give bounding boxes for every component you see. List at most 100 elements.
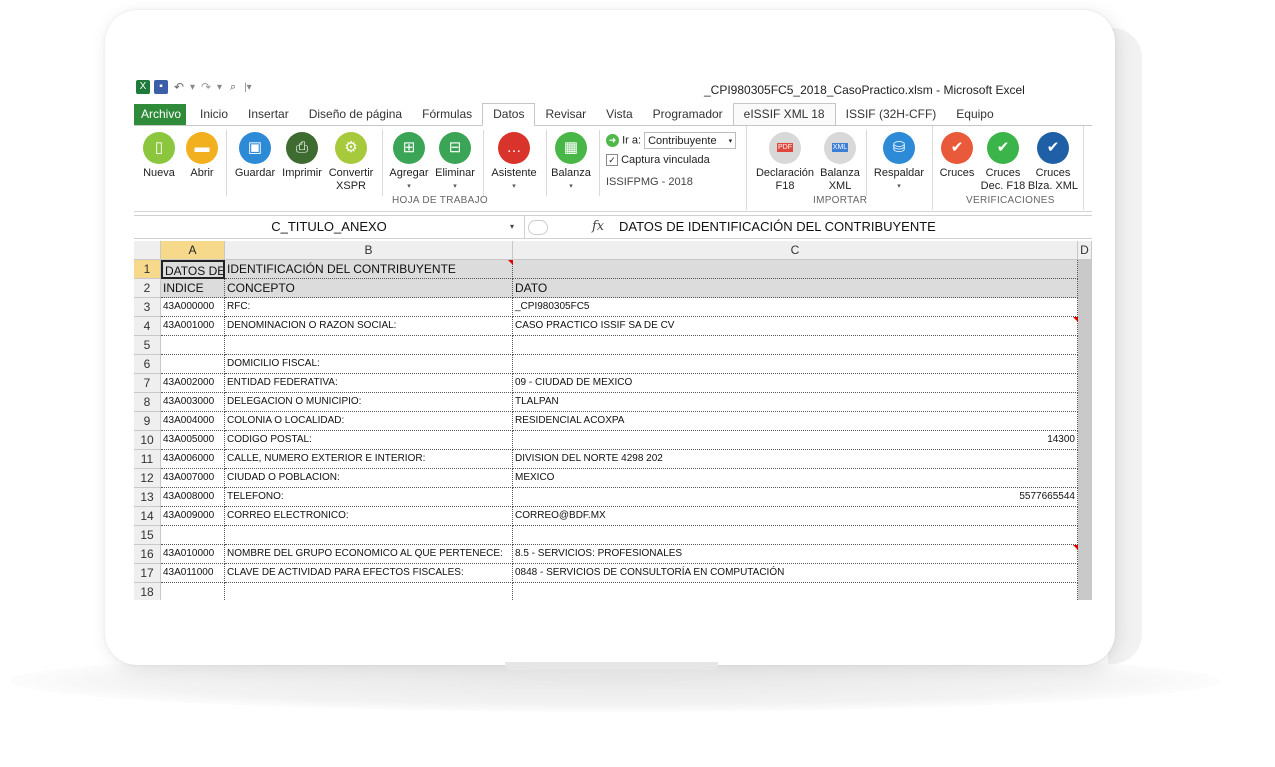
cell-indice[interactable] [161,583,225,600]
cell-concepto[interactable]: DELEGACION O MUNICIPIO: [225,393,513,412]
cell-dato[interactable]: _CPI980305FC5 [513,298,1078,317]
undo-icon[interactable]: ↶ [172,80,186,94]
cell-indice[interactable]: INDICE [161,279,225,298]
save-icon[interactable]: ▪ [154,80,168,94]
cell-concepto[interactable] [225,336,513,355]
cell-indice[interactable]: 43A011000 [161,564,225,583]
cell-indice[interactable]: 43A009000 [161,507,225,526]
name-box[interactable]: C_TITULO_ANEXO [134,216,525,238]
row-header[interactable]: 12 [134,469,161,488]
row-header[interactable]: 17 [134,564,161,583]
formula-expand-handle[interactable] [528,220,548,235]
cell-dato[interactable]: RESIDENCIAL ACOXPA [513,412,1078,431]
cell-dato[interactable]: MEXICO [513,469,1078,488]
tab-vista[interactable]: Vista [596,104,642,125]
row-header[interactable]: 10 [134,431,161,450]
convertir-xspr-button[interactable]: ⚙ Convertir XSPR [327,132,375,193]
row-header[interactable]: 9 [134,412,161,431]
declaracion-f18-button[interactable]: PDF Declaración F18 [752,132,818,193]
agregar-button[interactable]: ⊞ Agregar ▾ [387,132,431,193]
cell-indice[interactable]: 43A008000 [161,488,225,507]
cell-concepto[interactable]: CODIGO POSTAL: [225,431,513,450]
cell-concepto[interactable]: COLONIA O LOCALIDAD: [225,412,513,431]
tab-revisar[interactable]: Revisar [535,104,596,125]
row-header[interactable]: 18 [134,583,161,600]
customize-toolbar-icon[interactable]: |▾ [244,82,252,93]
cell-dato[interactable]: 5577665544 [513,488,1078,507]
comment-indicator-icon[interactable] [508,260,513,265]
cell-dato[interactable] [513,526,1078,545]
cell-dato[interactable]: DIVISION DEL NORTE 4298 202 [513,450,1078,469]
undo-dropdown-icon[interactable]: ▾ [190,82,195,93]
cell-indice[interactable]: DATOS DE [161,260,225,279]
tab-formulas[interactable]: Fórmulas [412,104,482,125]
row-header[interactable]: 3 [134,298,161,317]
tab-eissif-xml[interactable]: eISSIF XML 18 [732,103,836,125]
tab-equipo[interactable]: Equipo [946,104,1003,125]
cell-concepto[interactable]: TELEFONO: [225,488,513,507]
cell-indice[interactable]: 43A005000 [161,431,225,450]
row-header[interactable]: 8 [134,393,161,412]
tab-insertar[interactable]: Insertar [238,104,299,125]
tab-issif-32h[interactable]: ISSIF (32H-CFF) [836,104,947,125]
cell-concepto[interactable]: DENOMINACION O RAZON SOCIAL: [225,317,513,336]
column-header-c[interactable]: C [513,241,1078,260]
cell-concepto[interactable]: RFC: [225,298,513,317]
select-all-corner[interactable] [134,241,161,260]
cell-dato[interactable]: 14300 [513,431,1078,450]
comment-indicator-icon[interactable] [1073,317,1078,322]
cell-indice[interactable]: 43A000000 [161,298,225,317]
row-header[interactable]: 1 [134,260,161,279]
cell-dato[interactable]: DATO [513,279,1078,298]
balanza-xml-button[interactable]: XML Balanza XML [818,132,862,193]
column-header-d[interactable]: D [1078,241,1092,260]
row-header[interactable]: 4 [134,317,161,336]
row-header[interactable]: 16 [134,545,161,564]
cell-indice[interactable]: 43A004000 [161,412,225,431]
guardar-button[interactable]: ▣ Guardar [232,132,278,180]
cell-indice[interactable] [161,526,225,545]
column-header-b[interactable]: B [225,241,513,260]
row-header[interactable]: 14 [134,507,161,526]
cell-dato[interactable] [513,260,1078,279]
cell-dato[interactable]: CASO PRACTICO ISSIF SA DE CV [513,317,1078,336]
row-header[interactable]: 6 [134,355,161,374]
comment-indicator-icon[interactable] [1073,545,1078,550]
cell-concepto[interactable] [225,526,513,545]
cell-concepto[interactable]: CALLE, NUMERO EXTERIOR E INTERIOR: [225,450,513,469]
redo-dropdown-icon[interactable]: ▾ [217,82,222,93]
cell-dato[interactable] [513,355,1078,374]
cell-dato[interactable]: TLALPAN [513,393,1078,412]
imprimir-button[interactable]: ⎙ Imprimir [280,132,324,180]
row-header[interactable]: 11 [134,450,161,469]
cell-indice[interactable]: 43A003000 [161,393,225,412]
tab-inicio[interactable]: Inicio [190,104,238,125]
cruces-blza-xml-button[interactable]: ✔ Cruces Blza. XML [1027,132,1079,193]
tab-datos[interactable]: Datos [482,103,536,126]
cruces-dec-f18-button[interactable]: ✔ Cruces Dec. F18 [979,132,1027,193]
row-header[interactable]: 13 [134,488,161,507]
cell-dato[interactable]: 8.5 - SERVICIOS: PROFESIONALES [513,545,1078,564]
cell-indice[interactable]: 43A010000 [161,545,225,564]
checkbox-checked-icon[interactable]: ✓ [606,154,618,167]
cell-concepto[interactable]: ENTIDAD FEDERATIVA: [225,374,513,393]
cell-dato[interactable] [513,583,1078,600]
balanza-button[interactable]: ▦ Balanza ▾ [549,132,593,193]
asistente-button[interactable]: … Asistente ▾ [487,132,541,193]
column-header-a[interactable]: A [161,241,225,260]
cell-concepto[interactable]: CONCEPTO [225,279,513,298]
row-header[interactable]: 7 [134,374,161,393]
cell-concepto[interactable]: DOMICILIO FISCAL: [225,355,513,374]
cell-indice[interactable]: 43A001000 [161,317,225,336]
respaldar-button[interactable]: ⛁ Respaldar ▾ [870,132,928,193]
cell-concepto[interactable]: CIUDAD O POBLACION: [225,469,513,488]
cell-concepto[interactable]: IDENTIFICACIÓN DEL CONTRIBUYENTE [225,260,513,279]
cell-concepto[interactable] [225,583,513,600]
print-preview-icon[interactable]: ⌕ [226,80,240,94]
insert-function-icon[interactable]: fx [592,216,604,238]
abrir-button[interactable]: ▬ Abrir [184,132,220,180]
row-header[interactable]: 5 [134,336,161,355]
cell-indice[interactable]: 43A007000 [161,469,225,488]
cell-dato[interactable]: CORREO@BDF.MX [513,507,1078,526]
cell-indice[interactable] [161,355,225,374]
